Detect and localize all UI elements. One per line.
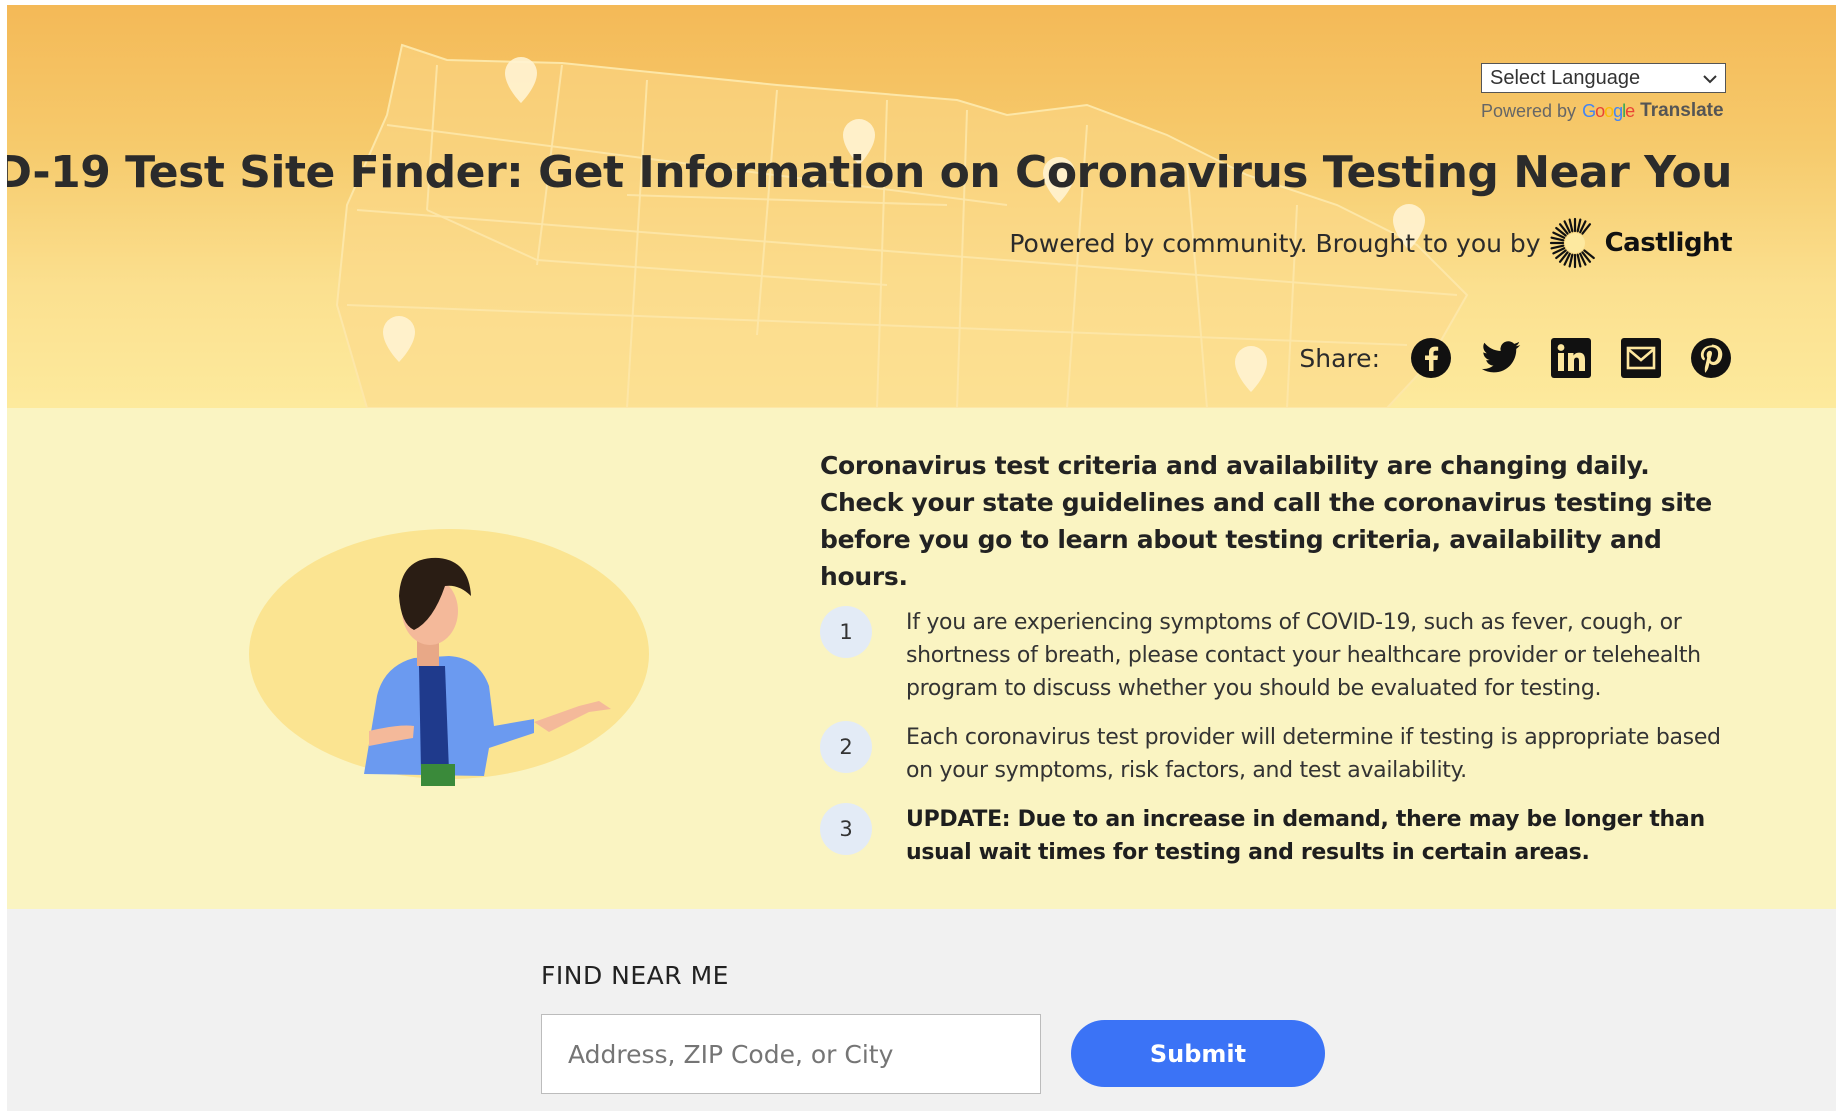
location-search-input[interactable] xyxy=(541,1014,1041,1094)
page-title: COVID-19 Test Site Finder: Get Informati… xyxy=(7,147,1733,198)
subtitle-text: Powered by community. Brought to you by xyxy=(1009,228,1541,258)
step-number-badge: 3 xyxy=(820,803,872,855)
facebook-icon[interactable] xyxy=(1410,337,1452,379)
linkedin-icon[interactable] xyxy=(1550,337,1592,379)
translate-attribution: Powered by Google Translate xyxy=(1481,100,1731,122)
castlight-sunburst-icon xyxy=(1549,217,1595,269)
list-item: 3 UPDATE: Due to an increase in demand, … xyxy=(820,803,1740,869)
step-text: If you are experiencing symptoms of COVI… xyxy=(906,610,1701,701)
google-translate-widget: Select Language Powered by Google Transl… xyxy=(1481,63,1731,122)
submit-button[interactable]: Submit xyxy=(1071,1020,1325,1087)
pinterest-icon[interactable] xyxy=(1690,337,1732,379)
language-select[interactable]: Select Language xyxy=(1481,63,1726,93)
step-text: UPDATE: Due to an increase in demand, th… xyxy=(906,807,1705,865)
chevron-down-icon xyxy=(1703,67,1717,90)
translate-link[interactable]: Translate xyxy=(1640,100,1723,122)
person-illustration xyxy=(249,529,649,786)
hero-banner: Select Language Powered by Google Transl… xyxy=(7,5,1836,408)
brand-name: Castlight xyxy=(1604,228,1733,258)
step-number-badge: 1 xyxy=(820,606,872,658)
hero-subtitle: Powered by community. Brought to you by … xyxy=(1009,217,1733,269)
find-near-me-label: FIND NEAR ME xyxy=(541,961,729,990)
list-item: 2 Each coronavirus test provider will de… xyxy=(820,721,1740,787)
share-bar: Share: xyxy=(1299,337,1732,379)
testing-info-section: Coronavirus test criteria and availabili… xyxy=(7,408,1836,909)
step-number-badge: 2 xyxy=(820,721,872,773)
find-near-me-section: FIND NEAR ME Submit xyxy=(7,909,1836,1111)
share-label: Share: xyxy=(1299,343,1380,373)
castlight-logo[interactable]: Castlight xyxy=(1549,217,1733,269)
twitter-icon[interactable] xyxy=(1480,337,1522,379)
testing-guidance-lead: Coronavirus test criteria and availabili… xyxy=(820,451,1712,591)
google-logo: Google xyxy=(1582,100,1635,121)
powered-by-text: Powered by xyxy=(1481,100,1577,121)
steps-list: 1 If you are experiencing symptoms of CO… xyxy=(820,606,1740,885)
email-icon[interactable] xyxy=(1620,337,1662,379)
list-item: 1 If you are experiencing symptoms of CO… xyxy=(820,606,1740,705)
page: Select Language Powered by Google Transl… xyxy=(7,5,1836,1111)
step-text: Each coronavirus test provider will dete… xyxy=(906,725,1721,783)
language-select-label: Select Language xyxy=(1490,66,1641,89)
